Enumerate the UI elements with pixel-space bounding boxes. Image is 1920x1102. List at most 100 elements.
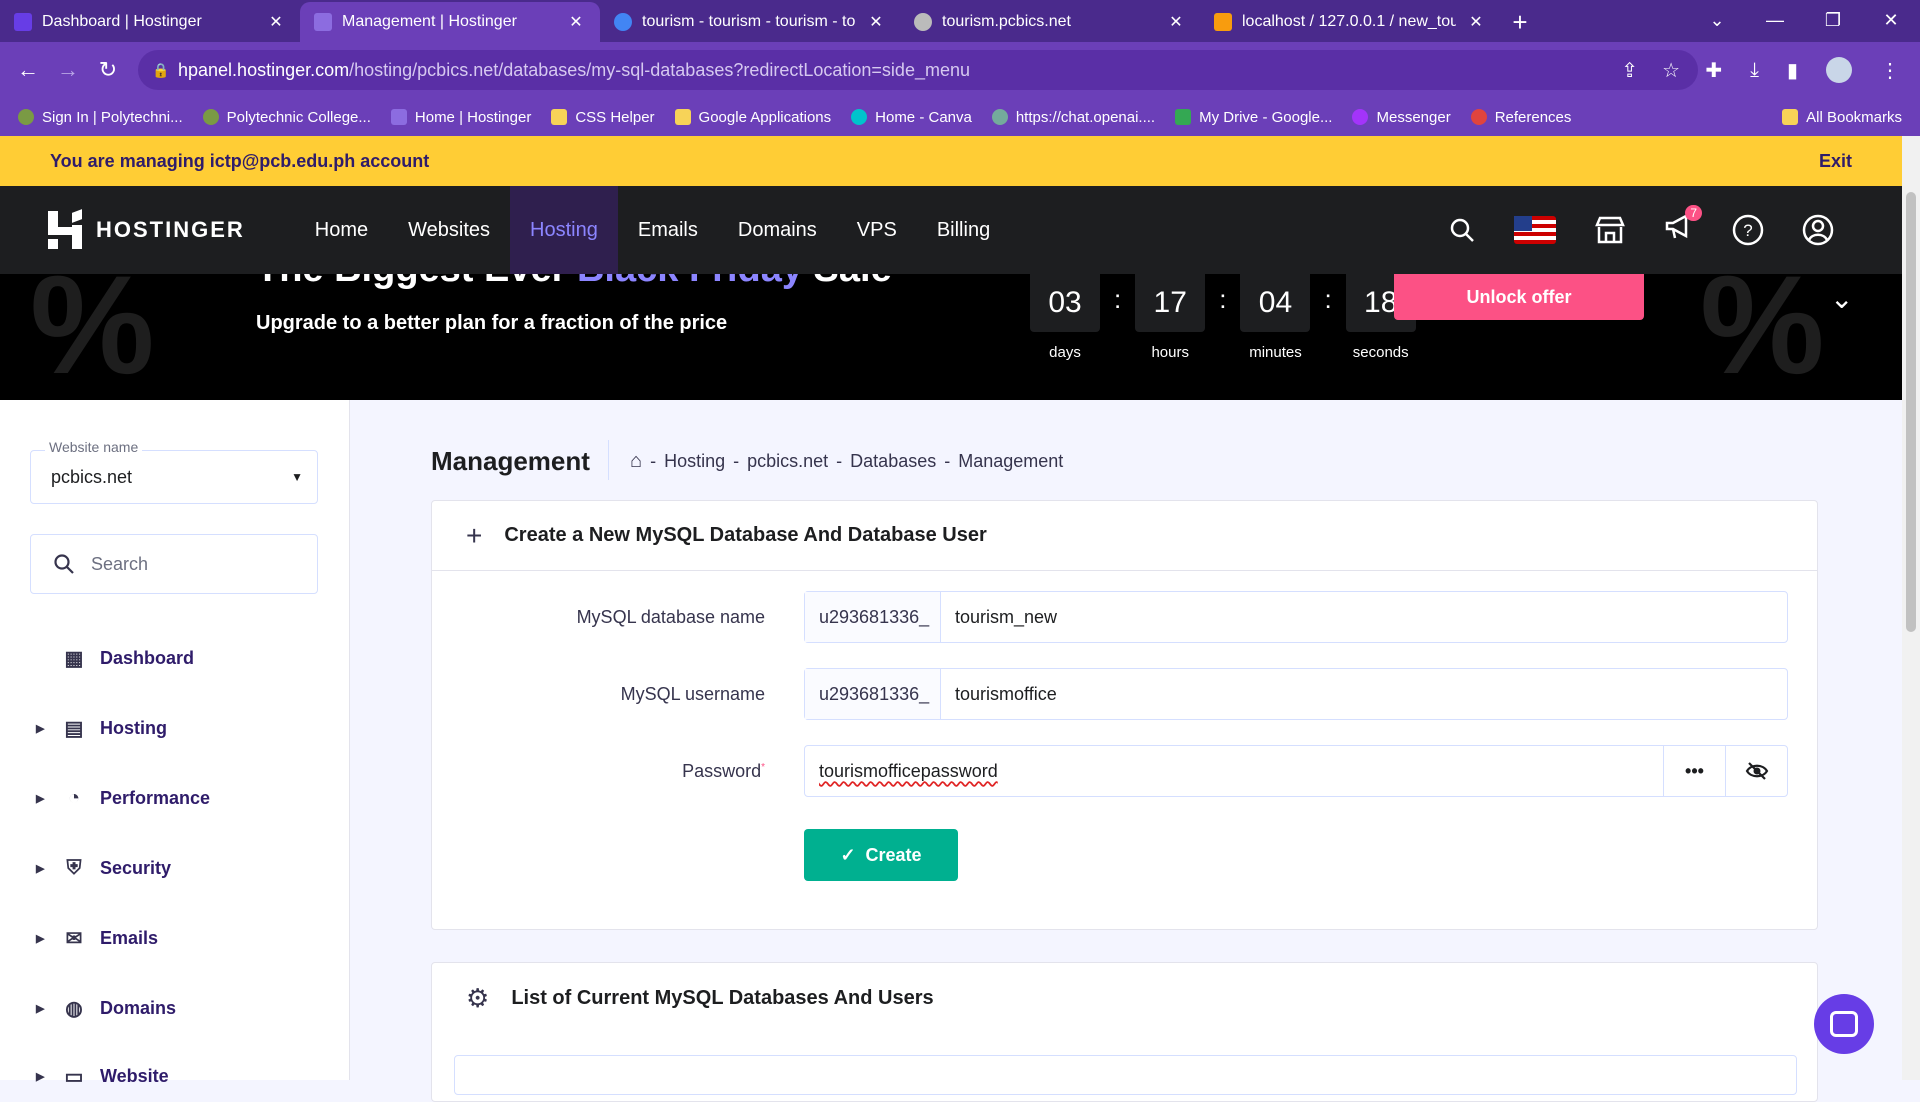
browser-tab[interactable]: tourism - tourism - tourism - tou ✕ <box>600 2 900 42</box>
sidebar-item-hosting[interactable]: ▶ ▤ Hosting <box>36 716 167 740</box>
nav-emails[interactable]: Emails <box>618 186 718 274</box>
page-scrollbar[interactable] <box>1902 136 1920 1080</box>
address-bar[interactable]: 🔒 hpanel.hostinger.com/hosting/pcbics.ne… <box>138 50 1698 90</box>
sidebar-search-input[interactable]: Search <box>30 534 318 594</box>
create-button[interactable]: ✓ Create <box>804 829 958 881</box>
globe-icon: ◍ <box>65 997 83 1020</box>
chat-support-button[interactable] <box>1814 994 1874 1054</box>
database-list-search[interactable] <box>454 1055 1797 1095</box>
db-name-prefix: u293681336_ <box>805 592 941 642</box>
browser-tab-active[interactable]: Management | Hostinger ✕ <box>300 2 600 42</box>
chevron-down-icon[interactable]: ⌄ <box>1830 282 1853 315</box>
scrollbar-thumb[interactable] <box>1906 192 1916 632</box>
sidebar-item-emails[interactable]: ▶ ✉ Emails <box>36 926 158 950</box>
breadcrumb-domain[interactable]: pcbics.net <box>747 451 828 472</box>
website-select[interactable]: Website name pcbics.net ▼ <box>30 439 318 504</box>
website-select-value: pcbics.net <box>51 466 133 487</box>
help-icon[interactable]: ? <box>1732 214 1764 246</box>
download-icon[interactable]: ⤓ <box>1750 59 1759 82</box>
countdown-value: 04 <box>1240 274 1311 332</box>
countdown-days: 03 days <box>1030 274 1100 361</box>
bookmark-item[interactable]: Home - Canva <box>851 109 972 126</box>
all-bookmarks[interactable]: All Bookmarks <box>1782 109 1902 126</box>
bookmark-item[interactable]: Polytechnic College... <box>202 109 371 126</box>
hostinger-favicon-icon <box>14 13 32 31</box>
countdown-minutes: 04 minutes <box>1240 274 1311 361</box>
new-tab-button[interactable]: + <box>1500 2 1540 42</box>
side-panel-icon[interactable]: ▮ <box>1787 58 1798 83</box>
nav-domains[interactable]: Domains <box>718 186 837 274</box>
home-icon[interactable]: ⌂ <box>630 450 642 473</box>
tab-title: tourism.pcbics.net <box>942 13 1071 30</box>
bookmark-item[interactable]: Home | Hostinger <box>390 109 531 126</box>
nav-websites[interactable]: Websites <box>388 186 510 274</box>
breadcrumb: ⌂ - Hosting - pcbics.net - Databases - M… <box>630 450 1063 473</box>
bookmark-item[interactable]: CSS Helper <box>551 109 655 126</box>
bookmark-item[interactable]: https://chat.openai.... <box>991 109 1155 126</box>
nav-hosting[interactable]: Hosting <box>510 186 618 274</box>
reload-icon[interactable]: ↻ <box>88 57 128 83</box>
hide-password-icon[interactable] <box>1725 746 1787 796</box>
username-field: u293681336_ tourismoffice <box>804 668 1788 720</box>
generate-password-icon[interactable]: ••• <box>1663 746 1725 796</box>
sidebar-item-security[interactable]: ▶ ⛨ Security <box>36 856 171 880</box>
browser-tab[interactable]: tourism.pcbics.net ✕ <box>900 2 1200 42</box>
us-flag-icon[interactable] <box>1514 216 1556 244</box>
search-icon <box>54 554 74 574</box>
username-input[interactable]: tourismoffice <box>941 669 1787 719</box>
close-tab-icon[interactable]: ✕ <box>1466 12 1486 32</box>
back-icon[interactable]: ← <box>8 57 48 83</box>
notifications-button[interactable]: 7 <box>1664 204 1702 248</box>
browser-menu-icon[interactable]: ⋮ <box>1880 58 1900 83</box>
unlock-offer-button[interactable]: Unlock offer <box>1394 274 1644 320</box>
password-input[interactable]: tourismofficepassword <box>805 746 1663 796</box>
bookmark-item[interactable]: Google Applications <box>674 109 831 126</box>
db-name-input[interactable]: tourism_new <box>941 592 1787 642</box>
browser-tab[interactable]: Dashboard | Hostinger ✕ <box>0 2 300 42</box>
restore-icon[interactable]: ❐ <box>1804 0 1862 40</box>
create-button-label: Create <box>865 844 922 865</box>
password-label: Password* <box>682 761 765 782</box>
extensions-icon[interactable]: ✚ <box>1705 58 1722 83</box>
create-database-header[interactable]: + Create a New MySQL Database And Databa… <box>432 501 1817 571</box>
nav-vps[interactable]: VPS <box>837 186 917 274</box>
nav-billing[interactable]: Billing <box>917 186 1010 274</box>
minimize-icon[interactable]: — <box>1746 0 1804 40</box>
bookmark-label: My Drive - Google... <box>1199 108 1333 126</box>
close-tab-icon[interactable]: ✕ <box>866 12 886 32</box>
dashboard-icon: ▦ <box>64 647 84 670</box>
sidebar-item-dashboard[interactable]: ▦ Dashboard <box>62 646 194 670</box>
store-icon[interactable] <box>1594 215 1626 245</box>
expand-arrow-icon: ▶ <box>36 862 45 875</box>
nav-home[interactable]: Home <box>295 186 388 274</box>
exit-button[interactable]: Exit <box>1819 151 1852 172</box>
bookmark-item[interactable]: My Drive - Google... <box>1175 109 1332 126</box>
breadcrumb-databases[interactable]: Databases <box>850 451 936 472</box>
profile-avatar[interactable] <box>1826 57 1852 83</box>
account-icon[interactable] <box>1802 214 1834 246</box>
close-window-icon[interactable]: ✕ <box>1862 0 1920 40</box>
countdown-label: minutes <box>1249 344 1302 361</box>
bookmark-item[interactable]: Sign In | Polytechni... <box>18 109 183 126</box>
close-tab-icon[interactable]: ✕ <box>1166 12 1186 32</box>
share-icon[interactable]: ⇪ <box>1621 58 1638 83</box>
tab-search-icon[interactable]: ⌄ <box>1688 0 1746 40</box>
breadcrumb-separator: - <box>733 451 740 471</box>
hostinger-logo[interactable]: HOSTINGER <box>48 209 245 249</box>
browser-tab[interactable]: localhost / 127.0.0.1 / new_touri ✕ <box>1200 2 1500 42</box>
sidebar-item-domains[interactable]: ▶ ◍ Domains <box>36 996 176 1020</box>
breadcrumb-hosting[interactable]: Hosting <box>664 451 725 472</box>
bookmark-item[interactable]: Messenger <box>1352 109 1451 126</box>
username-prefix: u293681336_ <box>805 669 941 719</box>
expand-arrow-icon: ▶ <box>36 722 45 735</box>
forward-icon[interactable]: → <box>48 57 88 83</box>
sidebar-item-performance[interactable]: ▶ ◔ Performance <box>36 786 210 810</box>
search-icon[interactable] <box>1448 216 1476 244</box>
bookmark-item[interactable]: References <box>1470 109 1571 126</box>
sidebar-item-website[interactable]: ▶ ▭ Website <box>36 1064 169 1088</box>
close-tab-icon[interactable]: ✕ <box>266 12 286 32</box>
close-tab-icon[interactable]: ✕ <box>566 12 586 32</box>
bookmark-star-icon[interactable]: ☆ <box>1662 58 1680 83</box>
sidebar-item-label: Website <box>100 1065 169 1086</box>
tab-title: tourism - tourism - tourism - tou <box>642 13 856 30</box>
